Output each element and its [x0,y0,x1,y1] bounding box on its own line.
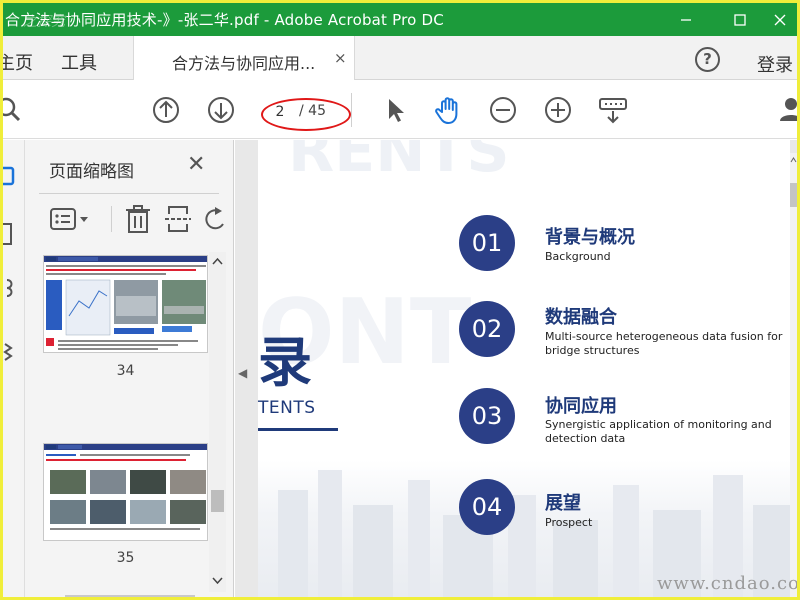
window-title: 合方法与协同应用技术-》-张二华.pdf - Adobe Acrobat Pro… [5,11,444,29]
toolbar-separator [351,93,352,127]
delete-icon[interactable] [123,204,153,234]
panel-title: 页面缩略图 [49,162,134,182]
layers-icon[interactable] [3,338,23,366]
minimize-icon[interactable] [658,3,714,36]
contents-underline [258,428,338,431]
toc-title-cn: 展望 [545,493,581,514]
tool-separator [111,206,112,232]
page-thumbnail[interactable] [43,255,208,353]
hand-tool-icon[interactable] [433,95,463,125]
document-tab[interactable]: 合方法与协同应用... × [133,36,355,80]
zoom-out-icon[interactable] [488,95,518,125]
extract-icon[interactable] [165,204,193,234]
toolbar: / 45 [3,81,797,139]
close-icon[interactable] [763,3,797,36]
keyboard-icon[interactable] [598,95,632,125]
toc-title-cn: 背景与概况 [545,227,635,248]
tab-close-icon[interactable]: × [334,49,347,67]
bookmarks-icon[interactable] [3,220,23,248]
rotate-icon[interactable] [205,204,225,234]
toc-title-en: Synergistic application of monitoring an… [545,418,772,445]
toc-number: 04 [459,479,515,535]
toc-title-cn: 协同应用 [545,396,617,417]
collapse-panel-icon[interactable]: ◀ [238,366,247,380]
scroll-down-icon[interactable] [209,574,226,588]
options-menu-icon[interactable] [49,204,95,234]
login-button[interactable]: 登录 [757,51,793,77]
title-bar: 合方法与协同应用技术-》-张二华.pdf - Adobe Acrobat Pro… [3,3,797,36]
scrollbar-thumb[interactable] [211,490,224,512]
page-up-icon[interactable] [151,95,181,125]
thumbnail-page-number: 34 [116,363,135,379]
app-window: 合方法与协同应用技术-》-张二华.pdf - Adobe Acrobat Pro… [3,3,797,597]
red-annotation-ellipse [261,98,351,131]
page-thumbnail[interactable] [43,443,208,541]
search-icon[interactable] [3,95,25,125]
toc-number: 02 [459,301,515,357]
background-graphic: RENTS [288,140,510,186]
scroll-up-icon[interactable] [209,254,226,268]
contents-heading-char: 录 [258,331,312,394]
contents-heading-word: TENTS [258,398,316,418]
toc-title-en: Background [545,250,611,263]
thumbnail-page-number: 35 [116,550,135,566]
panel-divider [39,193,219,194]
doc-scroll-up-icon[interactable] [790,155,797,165]
toc-number: 01 [459,215,515,271]
user-icon[interactable] [777,95,797,125]
toc-title-en: Prospect [545,516,593,529]
doc-scrollbar-thumb[interactable] [790,183,797,207]
toc-number: 03 [459,388,515,444]
menu-home[interactable]: 主页 [3,49,33,75]
menu-tools[interactable]: 工具 [61,49,97,75]
document-scrollbar[interactable] [790,153,797,597]
maximize-icon[interactable] [712,3,768,36]
page-thumbnails-icon[interactable] [3,162,23,190]
thumbnail-scrollbar[interactable] [209,252,226,592]
panel-close-icon[interactable]: ✕ [187,152,205,177]
attachments-icon[interactable] [3,274,23,302]
toc-title-en: Multi-source heterogeneous data fusion f… [545,330,783,357]
navigation-rail [3,140,25,597]
page-down-icon[interactable] [206,95,236,125]
zoom-in-icon[interactable] [543,95,573,125]
horizontal-scrollbar[interactable] [65,595,195,597]
help-icon[interactable]: ? [695,47,720,72]
tab-label: 合方法与协同应用... [172,54,316,73]
thumbnail-panel: 页面缩略图 ✕ 34 35 [25,140,234,597]
title-watermark: 之探究 [23,14,65,30]
site-watermark: www.cndao.com [657,573,797,594]
toc-title-cn: 数据融合 [545,307,617,328]
select-arrow-icon[interactable] [381,95,411,125]
menu-bar: 主页 工具 合方法与协同应用... × ? 登录 [3,36,797,80]
